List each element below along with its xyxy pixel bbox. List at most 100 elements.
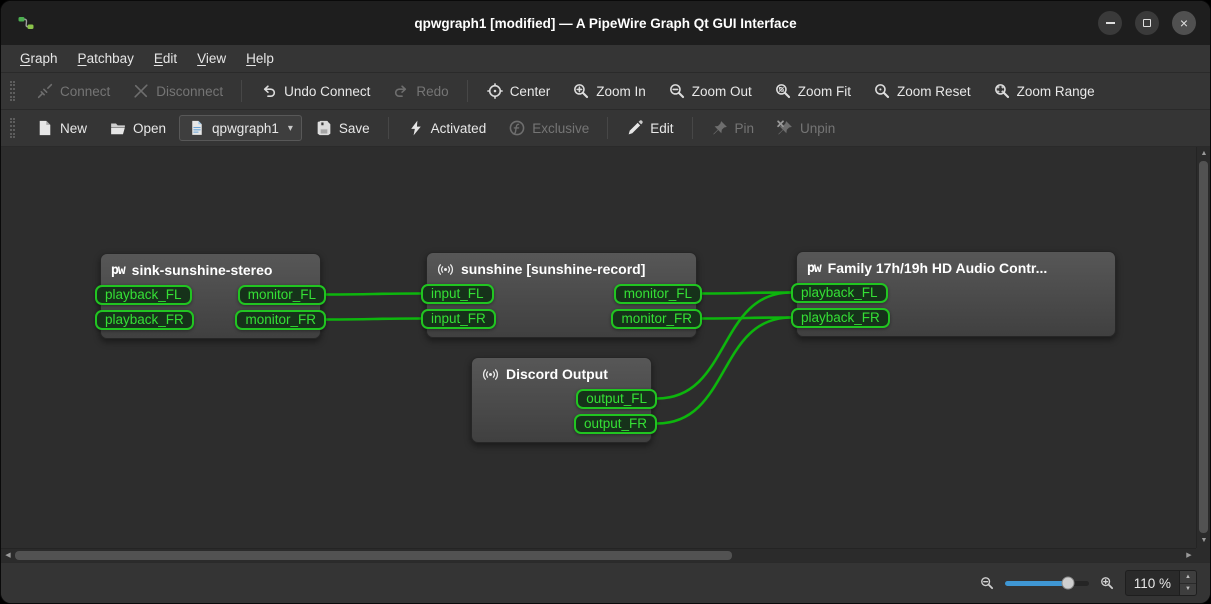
menu-edit[interactable]: Edit	[145, 48, 186, 69]
port-monitor-fl[interactable]: monitor_FL	[614, 284, 702, 304]
toolbar-handle[interactable]	[10, 81, 15, 101]
zoom-range-button[interactable]: Zoom Range	[984, 77, 1104, 105]
toolbar-separator	[692, 117, 693, 139]
audio-monitor-icon	[437, 262, 454, 277]
input-slot: input_FL	[421, 284, 494, 304]
exclusive-button[interactable]: Exclusive	[499, 114, 598, 142]
zoom-in-mini-icon[interactable]	[1099, 575, 1114, 590]
connection-monitor-fr-to-input-fr[interactable]	[326, 319, 421, 320]
toolbar-button-label: Undo Connect	[284, 84, 370, 99]
bolt-icon	[407, 119, 425, 137]
port-playback-fl[interactable]: playback_FL	[95, 285, 192, 305]
output-slot: monitor_FR	[235, 310, 326, 330]
pin-icon	[711, 119, 729, 137]
port-monitor-fr[interactable]: monitor_FR	[235, 310, 326, 330]
zoom-reset-button[interactable]: Zoom Reset	[864, 77, 980, 105]
port-playback-fr[interactable]: playback_FR	[95, 310, 194, 330]
port-output-fl[interactable]: output_FL	[576, 389, 657, 409]
toolbar-handle[interactable]	[10, 118, 15, 138]
scroll-down-arrow[interactable]: ▼	[1197, 534, 1211, 548]
close-icon: ×	[1180, 15, 1188, 31]
menu-help[interactable]: Help	[237, 48, 283, 69]
zoom-range-icon	[993, 82, 1011, 100]
window-title: qpwgraph1 [modified] — A PipeWire Graph …	[414, 16, 796, 31]
port-playback-fr[interactable]: playback_FR	[791, 308, 890, 328]
connection-monitor-fl-to-input-fl[interactable]	[326, 294, 421, 295]
connection-monitor-fr-to-playback-fr[interactable]	[702, 318, 791, 319]
pipewire-icon: pw	[807, 261, 821, 276]
vertical-scroll-thumb[interactable]	[1199, 161, 1208, 533]
menu-graph[interactable]: Graph	[11, 48, 67, 69]
zoom-spinbox[interactable]: 110 % ▲ ▼	[1125, 570, 1197, 596]
node-family-hd-audio[interactable]: pwFamily 17h/19h HD Audio Contr...playba…	[796, 251, 1116, 337]
output-slot: monitor_FR	[611, 309, 702, 329]
node-sunshine-record[interactable]: sunshine [sunshine-record]input_FLmonito…	[426, 252, 697, 338]
unpin-button[interactable]: Unpin	[767, 114, 844, 142]
connect-button[interactable]: Connect	[27, 77, 119, 105]
minimize-button[interactable]	[1098, 11, 1122, 35]
vertical-scrollbar[interactable]: ▲ ▼	[1196, 147, 1210, 548]
zoom-slider[interactable]	[1005, 581, 1089, 586]
qpwgraph1-combo[interactable]: qpwgraph1▾	[179, 115, 302, 141]
node-header[interactable]: pwFamily 17h/19h HD Audio Contr...	[797, 252, 1115, 280]
pin-button[interactable]: Pin	[702, 114, 764, 142]
menu-patchbay[interactable]: Patchbay	[69, 48, 143, 69]
save-button[interactable]: Save	[306, 114, 379, 142]
disconnect-button[interactable]: Disconnect	[123, 77, 232, 105]
zoom-out-mini-icon[interactable]	[979, 575, 994, 590]
zoom-spin-up[interactable]: ▲	[1180, 571, 1196, 584]
port-row: output_FR	[472, 411, 651, 436]
zoom-out-button[interactable]: Zoom Out	[659, 77, 761, 105]
scroll-up-arrow[interactable]: ▲	[1197, 147, 1211, 161]
scroll-left-arrow[interactable]: ◀	[1, 549, 15, 563]
port-monitor-fr[interactable]: monitor_FR	[611, 309, 702, 329]
zoom-in-button[interactable]: Zoom In	[563, 77, 655, 105]
graph-canvas[interactable]: pwsink-sunshine-stereoplayback_FLmonitor…	[1, 147, 1196, 548]
node-header[interactable]: Discord Output	[472, 358, 651, 386]
zoom-in-icon	[572, 82, 590, 100]
new-button[interactable]: New	[27, 114, 96, 142]
toolbar-button-label: Open	[133, 121, 166, 136]
connection-monitor-fl-to-playback-fl[interactable]	[702, 293, 791, 294]
menu-view[interactable]: View	[188, 48, 235, 69]
open-button[interactable]: Open	[100, 114, 175, 142]
input-slot: playback_FR	[95, 310, 194, 330]
save-icon	[315, 119, 333, 137]
output-slot: output_FR	[574, 414, 657, 434]
menubar: GraphPatchbayEditViewHelp	[1, 45, 1210, 73]
toolbar-separator	[241, 80, 242, 102]
center-button[interactable]: Center	[477, 77, 560, 105]
node-discord-output[interactable]: Discord Outputoutput_FLoutput_FR	[471, 357, 652, 443]
toolbar-button-label: Edit	[650, 121, 673, 136]
node-header[interactable]: pwsink-sunshine-stereo	[101, 254, 320, 282]
scroll-right-arrow[interactable]: ▶	[1182, 549, 1196, 563]
node-header[interactable]: sunshine [sunshine-record]	[427, 253, 696, 281]
zoom-spin-down[interactable]: ▼	[1180, 584, 1196, 596]
redo-button[interactable]: Redo	[383, 77, 457, 105]
output-slot: monitor_FL	[614, 284, 702, 304]
close-button[interactable]: ×	[1172, 11, 1196, 35]
titlebar[interactable]: qpwgraph1 [modified] — A PipeWire Graph …	[1, 1, 1210, 45]
port-playback-fl[interactable]: playback_FL	[791, 283, 888, 303]
toolbar-graph: ConnectDisconnectUndo ConnectRedoCenterZ…	[1, 73, 1210, 110]
unpin-icon	[776, 119, 794, 137]
horizontal-scrollbar[interactable]: ◀ ▶	[1, 548, 1196, 562]
horizontal-scroll-thumb[interactable]	[15, 551, 732, 560]
port-input-fr[interactable]: input_FR	[421, 309, 496, 329]
edit-button[interactable]: Edit	[617, 114, 682, 142]
maximize-button[interactable]	[1135, 11, 1159, 35]
zoom-value[interactable]: 110 %	[1126, 571, 1179, 595]
zoom-slider-handle[interactable]	[1061, 577, 1074, 590]
output-slot: monitor_FL	[238, 285, 326, 305]
undo-connect-button[interactable]: Undo Connect	[251, 77, 379, 105]
activated-button[interactable]: Activated	[398, 114, 496, 142]
zoom-fit-button[interactable]: Zoom Fit	[765, 77, 860, 105]
port-monitor-fl[interactable]: monitor_FL	[238, 285, 326, 305]
port-row: playback_FRmonitor_FR	[101, 307, 320, 332]
node-sink-sunshine-stereo[interactable]: pwsink-sunshine-stereoplayback_FLmonitor…	[100, 253, 321, 339]
port-output-fr[interactable]: output_FR	[574, 414, 657, 434]
port-row: playback_FL	[797, 280, 1115, 305]
window-controls: ×	[1098, 11, 1196, 35]
graph-canvas-viewport[interactable]: pwsink-sunshine-stereoplayback_FLmonitor…	[1, 147, 1210, 563]
port-input-fl[interactable]: input_FL	[421, 284, 494, 304]
